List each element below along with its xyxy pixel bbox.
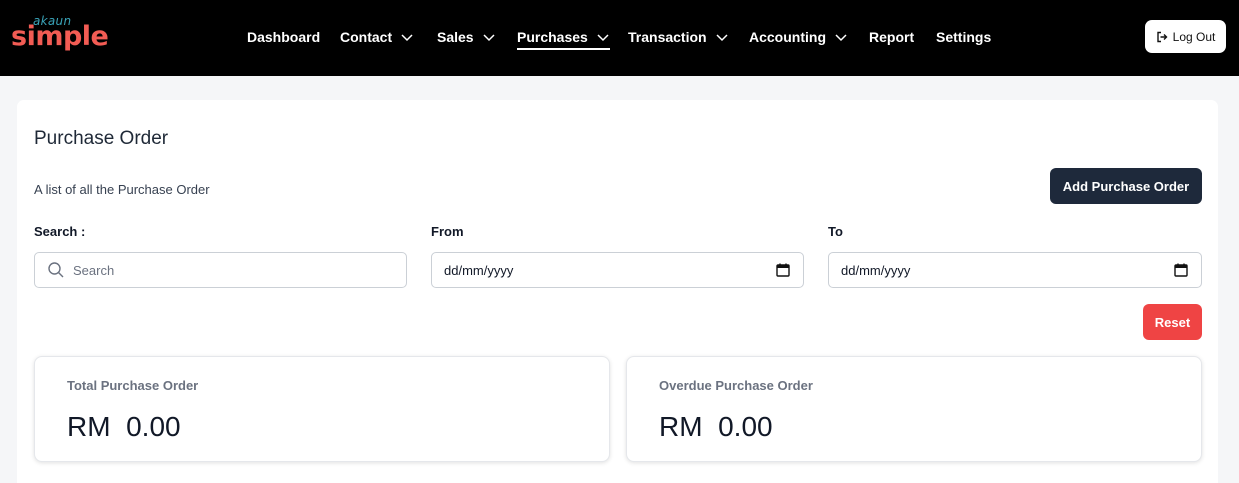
chevron-down-icon	[835, 34, 847, 42]
to-date-input[interactable]: dd/mm/yyyy	[828, 252, 1202, 288]
brand-logo[interactable]: akaun simple	[11, 14, 109, 60]
active-nav-underline	[517, 48, 610, 50]
chevron-down-icon	[597, 34, 609, 42]
from-date-value: dd/mm/yyyy	[444, 262, 514, 278]
nav-contact[interactable]: Contact	[340, 26, 414, 48]
overdue-purchase-order-card: Overdue Purchase Order RM 0.00	[626, 356, 1202, 462]
nav-dashboard-label: Dashboard	[247, 29, 321, 45]
nav-accounting-label: Accounting	[749, 29, 826, 45]
nav-settings-label: Settings	[936, 29, 992, 45]
nav-accounting[interactable]: Accounting	[749, 26, 848, 48]
search-label: Search :	[34, 224, 86, 239]
nav-transaction[interactable]: Transaction	[628, 26, 729, 48]
nav-purchases[interactable]: Purchases	[517, 26, 610, 50]
top-navbar: akaun simple Dashboard Contact Sales Pur…	[0, 0, 1239, 76]
from-label: From	[431, 224, 464, 239]
nav-sales-label: Sales	[437, 29, 474, 45]
search-icon	[48, 262, 64, 278]
search-input[interactable]: Search	[34, 252, 407, 288]
to-date-value: dd/mm/yyyy	[841, 262, 911, 278]
calendar-icon[interactable]	[1174, 263, 1188, 277]
nav-settings[interactable]: Settings	[936, 26, 991, 48]
page-subtitle: A list of all the Purchase Order	[34, 182, 210, 197]
brand-logo-big: simple	[11, 21, 109, 52]
chevron-down-icon	[401, 34, 413, 42]
nav-purchases-label: Purchases	[517, 29, 588, 45]
stat-value: RM 0.00	[659, 411, 773, 442]
total-purchase-order-card: Total Purchase Order RM 0.00	[34, 356, 610, 462]
add-purchase-order-button[interactable]: Add Purchase Order	[1050, 168, 1202, 204]
logout-button[interactable]: Log Out	[1145, 20, 1226, 53]
nav-report-label: Report	[869, 29, 915, 45]
nav-transaction-label: Transaction	[628, 29, 707, 45]
nav-dashboard[interactable]: Dashboard	[247, 26, 320, 48]
from-date-input[interactable]: dd/mm/yyyy	[431, 252, 804, 288]
page-title: Purchase Order	[34, 128, 169, 149]
chevron-down-icon	[716, 34, 728, 42]
nav-sales[interactable]: Sales	[437, 26, 496, 48]
logout-icon	[1156, 31, 1168, 42]
nav-contact-label: Contact	[340, 29, 393, 45]
search-placeholder: Search	[73, 262, 115, 278]
nav-report[interactable]: Report	[869, 26, 914, 48]
calendar-icon[interactable]	[776, 263, 790, 277]
stat-value: RM 0.00	[67, 411, 181, 442]
logout-label: Log Out	[1172, 29, 1216, 44]
reset-button[interactable]: Reset	[1143, 304, 1202, 340]
stat-label: Total Purchase Order	[67, 378, 199, 393]
chevron-down-icon	[483, 34, 495, 42]
to-label: To	[828, 224, 843, 239]
stat-label: Overdue Purchase Order	[659, 378, 813, 393]
